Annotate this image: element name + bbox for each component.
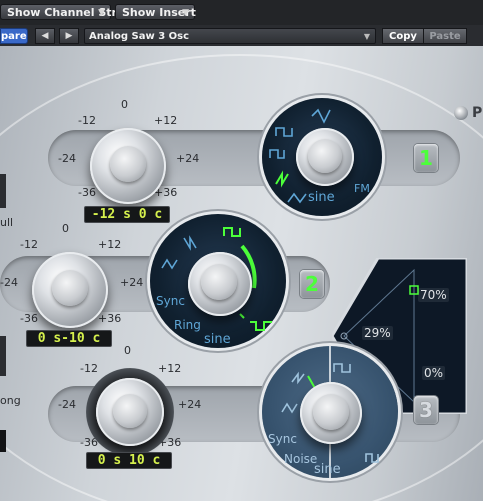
osc1-number: 1 (419, 146, 433, 170)
osc2-number: 2 (305, 272, 319, 296)
chevron-down-icon: ▼ (363, 32, 370, 41)
show-channel-strip-button[interactable]: Show Channel Strip ▼ (0, 4, 129, 20)
side-label-long: ong (0, 394, 21, 407)
compare-button[interactable]: pare (0, 28, 28, 44)
osc2-ring-label: Ring (174, 318, 201, 332)
osc3-on-button[interactable]: 3 (414, 396, 438, 424)
panel-edge (0, 174, 6, 208)
show-insert-button[interactable]: Show Insert ▼ (115, 4, 196, 20)
osc1-wave-knob-cap (308, 139, 342, 173)
osc2-on-button[interactable]: 2 (300, 270, 324, 298)
osc3-wave-knob-cap (313, 394, 349, 430)
osc2-scale-plus24: +24 (120, 276, 144, 289)
panel-edge (0, 336, 6, 376)
osc1-knob-cap (110, 146, 146, 182)
sawtooth-wave-icon (275, 170, 289, 188)
osc3-sync-label: Sync (268, 432, 297, 446)
prev-preset-button[interactable]: ◀ (35, 28, 55, 44)
osc1-tune-knob[interactable] (84, 122, 172, 210)
osc2-tune-knob[interactable] (26, 246, 114, 334)
show-channel-strip-label: Show Channel Strip (7, 6, 129, 19)
osc2-waveform-dial[interactable]: Sync Ring sine (150, 214, 286, 348)
mix-osc3-percent: 0% (422, 366, 446, 380)
osc2-knob-cap (52, 270, 88, 306)
osc3-number: 3 (419, 398, 433, 422)
osc2-scale-0: 0 (62, 222, 69, 235)
sawtooth-wave-icon (291, 371, 305, 385)
pulse-wave-icon (250, 321, 272, 331)
osc3-noise-label: Noise (284, 452, 318, 466)
triangle-wave-icon (161, 258, 178, 270)
mix-osc1-percent: 70% (418, 288, 449, 302)
osc2-tune-readout[interactable]: 0 s-10 c (26, 330, 112, 347)
triangle-wave-icon (281, 402, 298, 414)
power-led-icon[interactable] (454, 106, 468, 120)
square-wave-icon (275, 127, 293, 137)
side-label-pull: ull (0, 216, 14, 229)
osc1-wave-label: sine (308, 190, 335, 205)
mix-osc2-percent: 29% (362, 326, 393, 340)
osc3-scale-minus24: -24 (58, 398, 76, 411)
sawtooth-wave-icon (311, 108, 331, 124)
osc3-waveform-dial[interactable]: Sync Noise sine (262, 346, 398, 478)
osc3-knob-cap (113, 394, 147, 428)
osc1-on-button[interactable]: 1 (414, 144, 438, 172)
paste-button[interactable]: Paste (423, 28, 467, 44)
panel-edge (0, 430, 6, 452)
copy-button[interactable]: Copy (382, 28, 424, 44)
osc1-waveform-dial[interactable]: sine FM (262, 98, 382, 216)
osc1-scale-plus24: +24 (176, 152, 200, 165)
square-wave-icon (223, 227, 241, 237)
osc1-scale-0: 0 (121, 98, 128, 111)
synth-panel: P 0 -12 +12 -24 +24 -36 +36 -12 s 0 c si… (0, 46, 483, 501)
osc3-tune-readout[interactable]: 0 s 10 c (86, 452, 172, 469)
arrow-right-icon: ▶ (65, 31, 73, 41)
osc1-fm-label: FM (354, 182, 370, 195)
preset-name: Analog Saw 3 Osc (89, 31, 190, 42)
osc3-scale-plus24: +24 (178, 398, 202, 411)
toolbar-row-top: Show Channel Strip ▼ Show Insert ▼ (0, 0, 483, 26)
osc3-tune-knob[interactable] (86, 368, 174, 456)
pulse-wave-icon (365, 453, 379, 463)
arrow-left-icon: ◀ (41, 31, 49, 41)
osc3-wave-label: sine (314, 462, 341, 477)
square-wave-icon (333, 363, 351, 373)
preset-menu[interactable]: Analog Saw 3 Osc ▼ (84, 28, 376, 44)
osc3-scale-0: 0 (124, 344, 131, 357)
triangle-wave-icon (287, 192, 307, 204)
osc2-wave-knob-cap (201, 264, 237, 300)
osc2-wave-label: sine (204, 332, 231, 347)
osc2-scale-minus24: -24 (0, 276, 18, 289)
power-letter: P (472, 105, 483, 121)
chevron-down-icon: ▼ (182, 8, 189, 18)
osc2-sync-label: Sync (156, 294, 185, 308)
osc1-scale-minus24: -24 (58, 152, 76, 165)
chevron-down-icon: ▼ (98, 8, 105, 18)
sawtooth-wave-icon (183, 235, 197, 251)
pulse-wave-icon (269, 149, 285, 159)
next-preset-button[interactable]: ▶ (59, 28, 79, 44)
